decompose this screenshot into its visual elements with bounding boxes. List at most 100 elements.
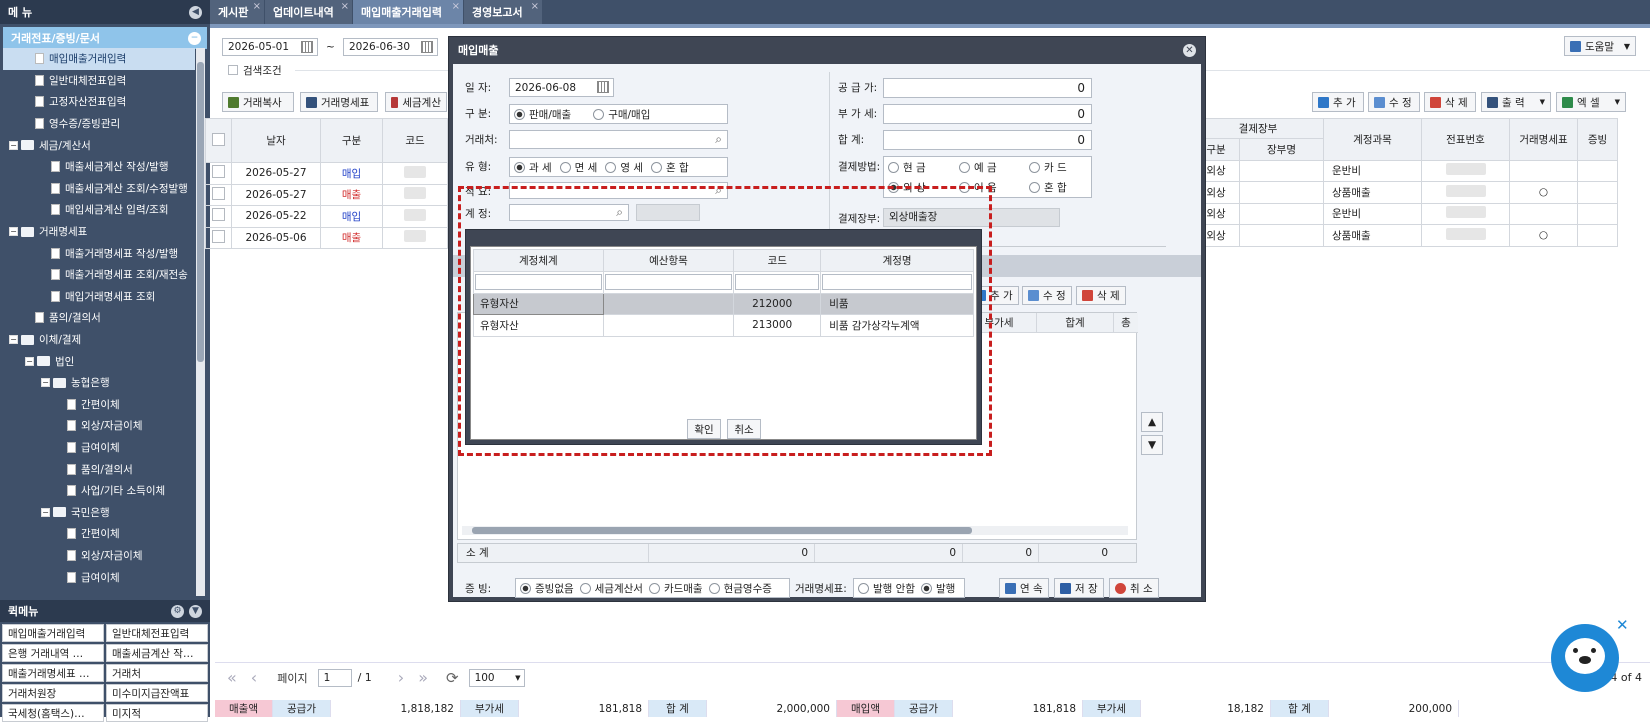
item-hscrollbar[interactable]: [462, 526, 1128, 535]
gear-icon[interactable]: ⚙: [171, 604, 184, 618]
sidebar-item[interactable]: 매입거래명세표 조회: [3, 286, 195, 308]
sidebar-item[interactable]: − 법인: [3, 350, 195, 372]
item-edit-button[interactable]: 수 정: [1022, 286, 1072, 305]
sidebar-scroll-thumb[interactable]: [197, 62, 204, 362]
radio-no-proof[interactable]: 증빙없음: [520, 581, 574, 596]
quick-menu-item[interactable]: 미지적: [106, 704, 208, 722]
radio-mixed-pay[interactable]: 혼 합: [1029, 180, 1067, 195]
close-tab-icon[interactable]: ×: [452, 1, 460, 12]
col-proof[interactable]: 증빙: [1577, 118, 1618, 161]
sidebar-item[interactable]: 매입매출거래입력: [3, 48, 195, 70]
col-code[interactable]: 코드: [382, 118, 448, 163]
sidebar-item[interactable]: 매입세금계산 입력/조회: [3, 199, 195, 221]
radio-deposit[interactable]: 예 금: [959, 160, 997, 175]
table-row[interactable]: 외상 상품매출 ○: [1192, 224, 1618, 247]
sidebar-item[interactable]: − 국민은행: [3, 501, 195, 523]
total-input[interactable]: 0: [883, 130, 1092, 150]
row-checkbox[interactable]: [212, 229, 225, 243]
row-checkbox[interactable]: [212, 186, 225, 200]
radio-purchase[interactable]: 구매/매입: [593, 107, 650, 122]
quick-menu-item[interactable]: 국세청(홈택스)…: [2, 704, 104, 722]
help-dropdown[interactable]: 도움말 ▼: [1564, 36, 1636, 56]
row-checkbox[interactable]: [212, 208, 225, 222]
col-type[interactable]: 구분: [320, 118, 383, 163]
radio-sale[interactable]: 판매/매출: [514, 107, 571, 122]
sidebar-item[interactable]: 매출거래명세표 조회/재전송: [3, 264, 195, 286]
table-row[interactable]: 2026-05-27 매입: [205, 162, 448, 185]
page-input[interactable]: 1: [317, 668, 352, 687]
quick-menu-item[interactable]: 거래처: [106, 664, 208, 682]
move-down-button[interactable]: ▼: [1141, 435, 1163, 455]
date-input[interactable]: 2026-06-08: [509, 78, 614, 97]
calendar-icon[interactable]: [597, 81, 609, 93]
quick-menu-item[interactable]: 일반대체전표입력: [106, 624, 208, 642]
item-delete-button[interactable]: 삭 제: [1076, 286, 1126, 305]
table-row[interactable]: 2026-05-27 매출: [205, 183, 448, 206]
col-account[interactable]: 계정과목: [1323, 118, 1422, 161]
radio-mixed[interactable]: 혼 합: [651, 160, 689, 175]
excel-button[interactable]: 엑 셀 ▼: [1556, 92, 1626, 112]
client-search-input[interactable]: ⌕: [509, 130, 728, 149]
tab[interactable]: 업데이트내역 ×: [265, 0, 352, 24]
col-date[interactable]: 날자: [231, 118, 321, 163]
date-from-input[interactable]: 2026-05-01: [222, 38, 318, 56]
tab[interactable]: 매입매출거래입력 ×: [353, 0, 463, 24]
chatbot-bear-icon[interactable]: [1551, 624, 1619, 692]
radio-taxable[interactable]: 과 세: [514, 160, 552, 175]
calendar-icon[interactable]: [301, 41, 313, 53]
radio-cash-receipt[interactable]: 현금영수증: [708, 581, 772, 596]
radio-zero-rated[interactable]: 영 세: [605, 160, 643, 175]
supply-input[interactable]: 0: [883, 78, 1092, 98]
table-row[interactable]: 2026-05-22 매입: [205, 205, 448, 228]
radio-card[interactable]: 카 드: [1029, 160, 1067, 175]
sidebar-item[interactable]: 간편이체: [3, 394, 195, 416]
search-cond-checkbox[interactable]: [228, 65, 238, 75]
print-button[interactable]: 출 력 ▼: [1481, 92, 1551, 112]
sidebar-item[interactable]: 고정자산전표입력: [3, 91, 195, 113]
edit-button[interactable]: 수 정: [1368, 92, 1420, 112]
chevron-down-icon[interactable]: ▼: [189, 604, 202, 618]
close-tab-icon[interactable]: ×: [253, 1, 261, 12]
calendar-icon[interactable]: [421, 41, 433, 53]
sidebar-item[interactable]: − 세금/계산서: [3, 134, 195, 156]
sidebar-item[interactable]: 매출세금계산 조회/수정발행: [3, 178, 195, 200]
tab[interactable]: 게시판 ×: [210, 0, 264, 24]
sidebar-item[interactable]: 품의/결의서: [3, 307, 195, 329]
sidebar-item[interactable]: 외상/자금이체: [3, 545, 195, 567]
collapse-icon[interactable]: −: [41, 507, 50, 517]
sidebar-section[interactable]: 거래전표/증빙/문서 −: [3, 27, 207, 49]
quick-menu-item[interactable]: 매출거래명세표 …: [2, 664, 104, 682]
close-chatbot-icon[interactable]: ✕: [1616, 616, 1629, 634]
table-row[interactable]: 외상 운반비: [1192, 202, 1618, 225]
sidebar-item[interactable]: 품의/결의서: [3, 458, 195, 480]
move-up-button[interactable]: ▲: [1141, 412, 1163, 432]
collapse-icon[interactable]: −: [9, 140, 18, 150]
quick-menu-item[interactable]: 매입매출거래입력: [2, 624, 104, 642]
vat-amount-input[interactable]: 0: [883, 104, 1092, 124]
rows-per-page-select[interactable]: 100 ▼: [468, 668, 525, 687]
sidebar-item[interactable]: 매출거래명세표 작성/발행: [3, 242, 195, 264]
section-collapse-icon[interactable]: −: [188, 31, 201, 45]
select-all-checkbox[interactable]: [212, 132, 225, 146]
table-row[interactable]: 2026-05-06 매출: [205, 226, 448, 249]
collapse-icon[interactable]: −: [9, 335, 18, 345]
row-checkbox[interactable]: [212, 165, 225, 179]
col-book-name[interactable]: 장부명: [1239, 138, 1324, 161]
first-page-icon[interactable]: «: [227, 668, 237, 687]
save-button[interactable]: 저 장: [1054, 578, 1104, 598]
collapse-icon[interactable]: −: [9, 227, 18, 237]
radio-no-issue[interactable]: 발행 안함: [858, 581, 915, 596]
sidebar-item[interactable]: − 농협은행: [3, 372, 195, 394]
add-button[interactable]: 추 가: [1312, 92, 1364, 112]
sidebar-item[interactable]: 일반대체전표입력: [3, 70, 195, 92]
cancel-button[interactable]: 취 소: [1109, 578, 1159, 598]
quick-menu-item[interactable]: 은행 거래내역 …: [2, 644, 104, 662]
quick-menu-item[interactable]: 거래처원장: [2, 684, 104, 702]
sidebar-item[interactable]: 외상/자금이체: [3, 415, 195, 437]
last-page-icon[interactable]: »: [418, 668, 428, 687]
table-row[interactable]: 외상 상품매출 ○: [1192, 181, 1618, 204]
delete-button[interactable]: 삭 제: [1424, 92, 1476, 112]
collapse-sidebar-icon[interactable]: ◀: [189, 5, 202, 19]
prev-page-icon[interactable]: ‹: [251, 668, 257, 687]
date-to-input[interactable]: 2026-06-30: [343, 38, 438, 56]
